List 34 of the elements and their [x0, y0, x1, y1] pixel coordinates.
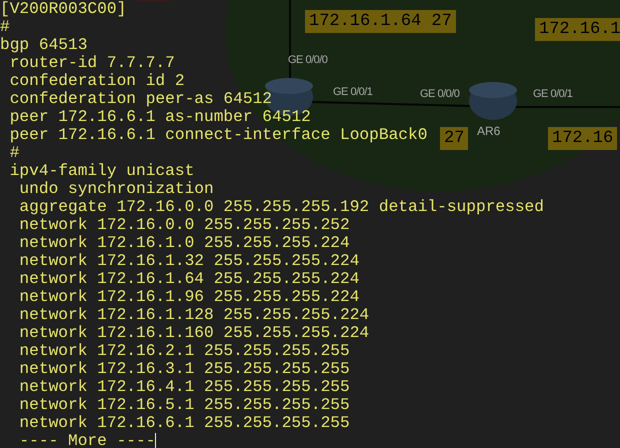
terminal-line: network 172.16.2.1 255.255.255.255 [18, 342, 350, 360]
terminal-line: network 172.16.1.128 255.255.255.224 [18, 306, 370, 324]
terminal-line: confederation id 2 [8, 72, 185, 90]
terminal-line: # [0, 18, 10, 36]
terminal-line: # [8, 144, 20, 162]
terminal-line: ipv4-family unicast [8, 162, 194, 180]
device-label: AR6 [477, 124, 500, 138]
subnet-label: 172.16.1 [535, 18, 620, 41]
terminal-line: undo synchronization [18, 180, 214, 198]
terminal-line: peer 172.16.6.1 as-number 64512 [8, 108, 311, 126]
port-label: GE 0/0/0 [288, 54, 328, 66]
terminal-line: peer 172.16.6.1 connect-interface LoopBack0 [8, 126, 428, 144]
terminal-line: router-id 7.7.7.7 [8, 54, 175, 72]
terminal-line: network 172.16.1.160 255.255.255.224 [18, 324, 370, 342]
terminal-line: network 172.16.4.1 255.255.255.255 [18, 378, 350, 396]
terminal-line: network 172.16.1.64 255.255.255.224 [18, 270, 360, 288]
terminal-line: network 172.16.1.32 255.255.255.224 [18, 252, 360, 270]
terminal-line: network 172.16.6.1 255.255.255.255 [18, 414, 350, 432]
terminal-line: ---- More ---- [18, 432, 156, 448]
terminal-line: network 172.16.5.1 255.255.255.255 [18, 396, 350, 414]
subnet-label: 172.16 [548, 127, 618, 150]
port-label: GE 0/0/1 [533, 88, 572, 100]
terminal-line: network 172.16.0.0 255.255.255.252 [18, 216, 350, 234]
port-label: GE 0/0/0 [420, 88, 460, 100]
terminal-line: [V200R003C00] [0, 0, 126, 18]
subnet-label: 172.16.1.64 27 [305, 10, 456, 33]
terminal-line: aggregate 172.16.0.0 255.255.255.192 detail-suppressed [18, 198, 544, 216]
terminal-line: network 172.16.1.96 255.255.255.224 [18, 288, 360, 306]
terminal-line: bgp 64513 [0, 36, 88, 54]
terminal-line: confederation peer-as 64512 [8, 90, 272, 108]
subnet-label: 27 [440, 127, 468, 150]
terminal-line: network 172.16.3.1 255.255.255.255 [18, 360, 350, 378]
terminal-line: network 172.16.1.0 255.255.255.224 [18, 234, 350, 252]
port-label: GE 0/0/1 [333, 86, 372, 98]
